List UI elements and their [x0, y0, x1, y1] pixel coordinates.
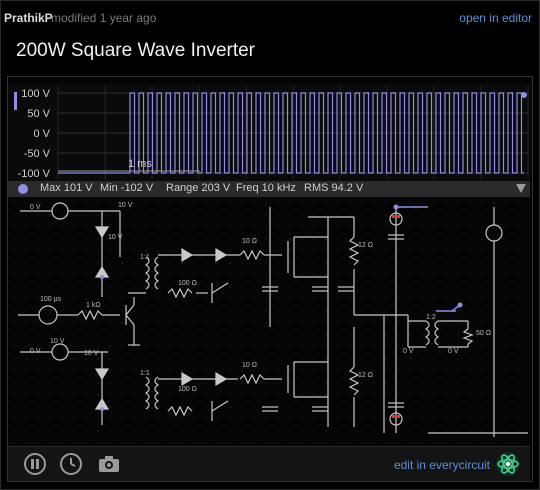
range-value: Range 203 V — [166, 182, 231, 194]
everycircuit-logo-icon[interactable] — [494, 450, 522, 478]
component-label: 0 V — [448, 348, 459, 355]
component-label: 10 V — [118, 202, 133, 209]
y-tick-50: 50 V — [27, 108, 50, 120]
scope-cursor[interactable] — [14, 92, 17, 110]
edit-in-everycircuit-link[interactable]: edit in everycircuit — [394, 458, 490, 472]
circuit-schematic[interactable]: 0 V 10 V 10 V 1:1 100 Ω 10 Ω 100 µs 1 kΩ 10 V 0 V… — [8, 197, 530, 446]
component-label: 10 V — [84, 350, 99, 357]
scope-end-marker — [521, 92, 527, 98]
clock-icon[interactable] — [58, 451, 84, 477]
component-label: 1 kΩ — [86, 302, 101, 309]
component-label: 0 V — [403, 348, 414, 355]
component-label: 100 Ω — [178, 280, 197, 287]
component-label: 10 Ω — [242, 238, 257, 245]
component-label: 12 Ω — [358, 372, 373, 379]
component-label: 10 Ω — [242, 362, 257, 369]
min-value: Min -102 V — [100, 182, 154, 194]
max-value: Max 101 V — [40, 182, 93, 194]
freq-value: Freq 10 kHz — [236, 182, 296, 194]
component-label: 1:2 — [426, 314, 436, 321]
camera-icon[interactable] — [96, 451, 122, 477]
component-label: 0 V — [30, 204, 41, 211]
component-label: 100 Ω — [178, 386, 197, 393]
component-label: 0 V — [30, 348, 41, 355]
y-tick-0: 0 V — [33, 128, 50, 140]
component-label: 12 Ω — [358, 242, 373, 249]
control-bar: edit in everycircuit — [8, 446, 530, 481]
pause-icon[interactable] — [22, 451, 48, 477]
component-label: 10 V — [108, 234, 123, 241]
measurement-bar: Max 101 V Min -102 V Range 203 V Freq 10… — [8, 181, 530, 197]
component-label: 50 Ω — [476, 330, 491, 337]
component-label: 100 µs — [40, 296, 62, 303]
y-tick-neg50: -50 V — [24, 148, 51, 160]
rms-value: RMS 94.2 V — [304, 182, 364, 194]
component-label: 1:1 — [140, 370, 150, 377]
collapse-triangle-icon[interactable] — [516, 184, 526, 193]
y-tick-100: 100 V — [21, 88, 50, 100]
component-label: 1:1 — [140, 254, 150, 261]
component-label: 10 V — [50, 338, 65, 345]
trace-color-dot[interactable] — [18, 184, 28, 194]
time-scale-label: 1 ms — [128, 158, 152, 170]
y-tick-neg100: -100 V — [18, 168, 51, 180]
oscilloscope[interactable]: 100 V 50 V 0 V -50 V -100 V 1 ms — [0, 0, 540, 200]
